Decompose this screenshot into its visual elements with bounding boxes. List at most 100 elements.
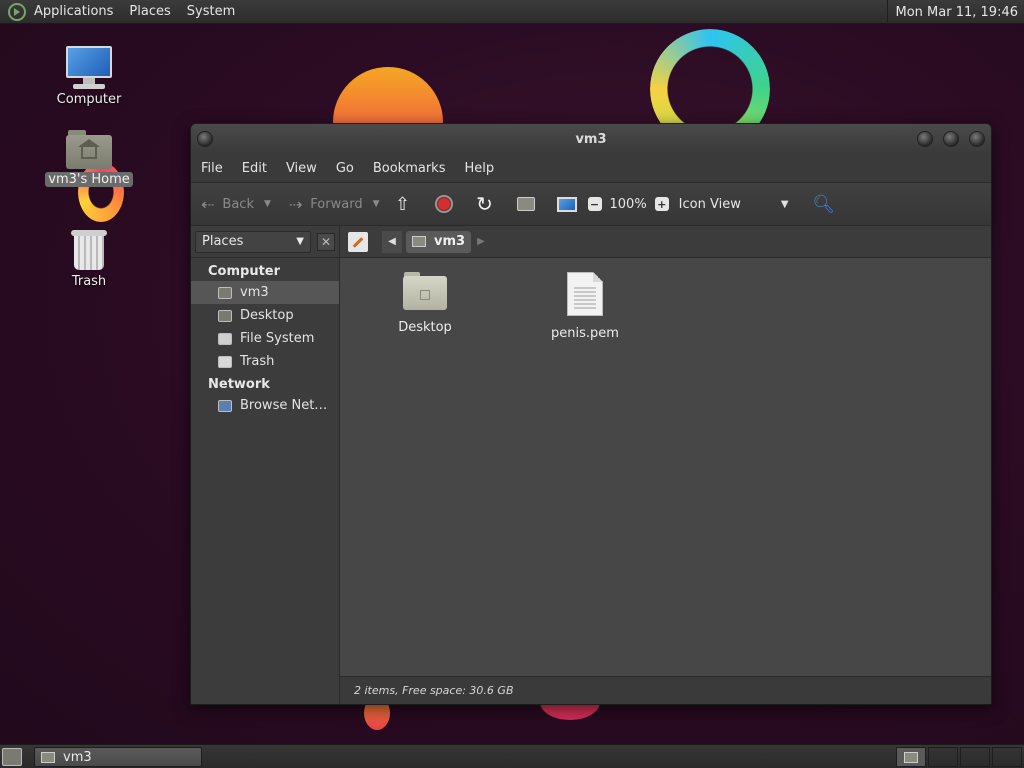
distro-logo-icon[interactable] [8,2,26,21]
workspace-3[interactable] [960,747,990,767]
up-arrow-icon: ⇧ [394,193,411,215]
zoom-out-icon[interactable]: − [587,197,602,211]
taskbar-button-label: vm3 [63,749,92,765]
menu-help[interactable]: Help [464,161,494,176]
top-panel: Applications Places System Mon Mar 11, 1… [0,0,1024,24]
chevron-down-icon: ▼ [296,236,304,247]
path-button-label: vm3 [434,234,466,249]
menu-applications[interactable]: Applications [34,4,113,19]
back-arrow-icon: ⇠ [201,194,215,214]
menu-file[interactable]: File [201,161,223,176]
zoom-level[interactable]: 100% [610,197,647,212]
path-button-vm3[interactable]: vm3 [406,230,472,253]
sidebar: Places ▼ ✕ Computer vm3 Desktop File Sys… [191,226,340,704]
folder-icon [403,272,447,310]
search-icon: 🔍︎ [812,193,835,215]
home-folder-icon [41,751,55,763]
sidebar-item-label: Desktop [240,308,294,323]
workspace-2[interactable] [928,747,958,767]
menubar: File Edit View Go Bookmarks Help [191,154,991,182]
menu-edit[interactable]: Edit [242,161,267,176]
sidebar-item-label: File System [240,331,315,346]
minimize-button[interactable] [917,131,933,147]
sidebar-item-label: Trash [240,354,275,369]
close-icon: ✕ [320,234,332,249]
reload-icon: ↻ [476,192,493,216]
up-button[interactable]: ⇧ [392,193,414,215]
stop-button[interactable] [433,193,455,215]
sidebar-item-desktop[interactable]: Desktop [191,304,339,327]
home-folder-icon [218,286,232,299]
sidebar-item-trash[interactable]: Trash [191,350,339,373]
zoom-in-icon[interactable]: + [654,197,669,211]
trash-icon [69,226,109,272]
home-button[interactable] [515,193,537,215]
file-view: Desktop penis.pem [340,258,991,676]
forward-arrow-icon: ⇢ [288,194,303,214]
forward-label: Forward [310,196,363,212]
statusbar: 2 items, Free space: 30.6 GB [340,676,991,704]
bottom-panel: vm3 [0,744,1024,768]
computer-icon [65,46,113,90]
file-item-desktop[interactable]: Desktop [375,272,475,335]
view-mode-select[interactable]: Icon View ▼ [679,197,789,212]
window-menu-button[interactable] [197,131,213,147]
sidebar-section-title: Network [208,377,270,392]
sidebar-selector-label: Places [202,234,244,249]
forward-button[interactable]: ⇢ Forward ▼ [289,195,380,214]
file-label: Desktop [398,320,452,335]
home-folder-icon [66,130,112,170]
desktop-icon-label: vm3's Home [45,172,133,187]
show-desktop-icon[interactable] [2,748,22,766]
file-manager-window: vm3 File Edit View Go Bookmarks Help ⇠ B… [190,123,992,705]
sidebar-section-title: Computer [208,264,281,279]
computer-icon [556,196,577,212]
back-button[interactable]: ⇠ Back ▼ [201,195,271,214]
menu-bookmarks[interactable]: Bookmarks [373,161,446,176]
forward-history-dropdown-icon[interactable]: ▼ [373,199,380,209]
desktop-icon-computer[interactable]: Computer [44,46,134,107]
drive-icon [218,332,232,345]
window-titlebar[interactable]: vm3 [191,124,991,154]
desktop-icon-label: Computer [56,92,122,107]
content-area: Places ▼ ✕ Computer vm3 Desktop File Sys… [191,226,991,704]
reload-button[interactable]: ↻ [474,192,496,216]
edit-location-icon[interactable] [348,231,368,252]
path-scroll-left-icon[interactable]: ◀ [382,230,402,253]
window-title: vm3 [575,131,607,147]
file-item-pem[interactable]: penis.pem [535,272,635,341]
desktop-icon-home[interactable]: vm3's Home [44,130,134,187]
sidebar-item-label: Browse Net… [240,398,328,413]
sidebar-item-vm3[interactable]: vm3 [191,281,339,304]
taskbar-button-vm3[interactable]: vm3 [34,747,202,767]
back-label: Back [222,196,254,212]
zoom-control: − 100% + [587,197,669,212]
workspace-4[interactable] [992,747,1022,767]
pathbar: ◀ vm3 ▶ [340,226,991,258]
desktop-icon-label: Trash [71,274,107,289]
computer-button[interactable] [556,193,578,215]
sidebar-item-label: vm3 [240,285,269,300]
menu-view[interactable]: View [286,161,317,176]
view-mode-label: Icon View [678,196,741,212]
status-text: 2 items, Free space: 30.6 GB [354,684,514,697]
maximize-button[interactable] [943,131,959,147]
sidebar-close-button[interactable]: ✕ [317,232,335,251]
chevron-down-icon: ▼ [780,198,789,210]
close-button[interactable] [969,131,985,147]
back-history-dropdown-icon[interactable]: ▼ [264,199,271,209]
sidebar-item-file-system[interactable]: File System [191,327,339,350]
menu-go[interactable]: Go [336,161,354,176]
window-thumb-icon [904,752,918,763]
menu-places[interactable]: Places [129,4,170,19]
workspace-1[interactable] [896,747,926,767]
search-button[interactable]: 🔍︎ [812,193,835,215]
network-icon [218,399,232,412]
path-scroll-right-icon[interactable]: ▶ [477,236,485,247]
sidebar-selector[interactable]: Places ▼ [195,230,311,253]
menu-system[interactable]: System [187,4,235,19]
document-icon [567,272,603,316]
desktop-icon-trash[interactable]: Trash [44,226,134,289]
sidebar-item-browse-network[interactable]: Browse Net… [191,394,339,417]
clock[interactable]: Mon Mar 11, 19:46 [886,0,1024,24]
